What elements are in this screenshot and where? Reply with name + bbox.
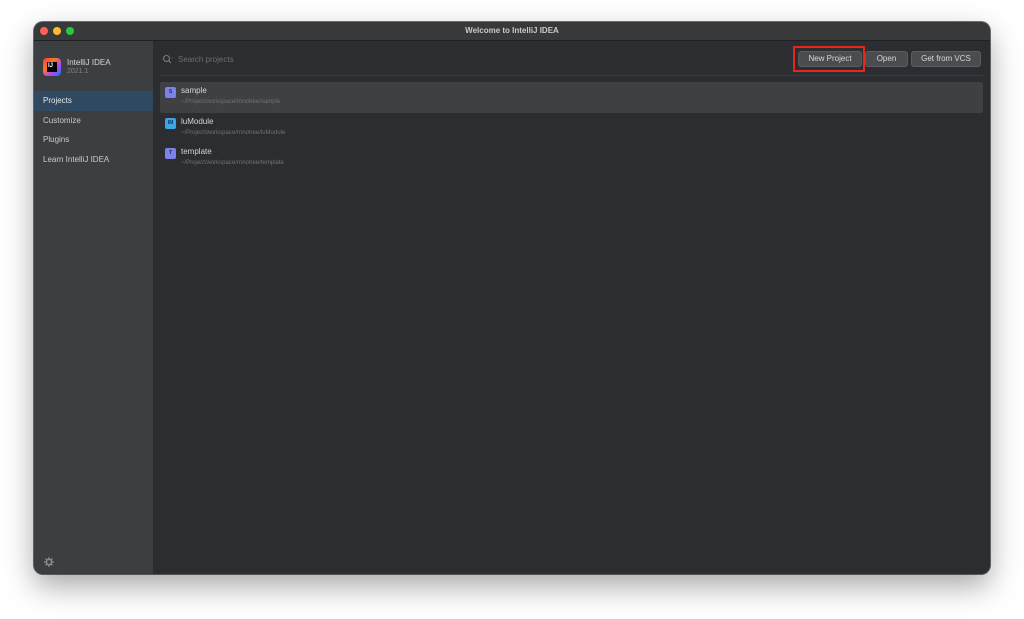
project-path: ~/Project/workspace/rnnotree/luModule: [181, 129, 286, 136]
search-icon: [162, 53, 174, 65]
header-divider: [160, 75, 983, 76]
project-icon: T: [165, 148, 176, 159]
window-title: Welcome to IntelliJ IDEA: [465, 26, 559, 35]
main-panel: New Project Open Get from VCS S sample ~…: [153, 41, 990, 574]
recent-projects-list: S sample ~/Project/workspace/rnnotree/sa…: [160, 82, 983, 174]
welcome-window: Welcome to IntelliJ IDEA IJ IntelliJ IDE…: [34, 22, 990, 574]
project-path: ~/Project/workspace/rnnotree/sample: [181, 99, 281, 105]
sidebar-nav: Projects Customize Plugins Learn Intelli…: [34, 91, 153, 169]
sidebar-item-learn[interactable]: Learn IntelliJ IDEA: [34, 150, 153, 170]
sidebar-item-plugins[interactable]: Plugins: [34, 130, 153, 150]
gear-icon[interactable]: [44, 557, 54, 567]
search-input[interactable]: [178, 52, 458, 66]
project-item-template[interactable]: T template ~/Project/workspace/rnnotree/…: [160, 143, 983, 174]
project-name: template: [181, 147, 212, 156]
product-version: 2021.1: [67, 68, 89, 75]
brand: IJ IntelliJ IDEA 2021.1: [43, 56, 148, 80]
search-box[interactable]: [162, 51, 462, 69]
project-name: luModule: [181, 116, 214, 126]
project-item-sample[interactable]: S sample ~/Project/workspace/rnnotree/sa…: [160, 82, 983, 113]
new-project-button[interactable]: New Project: [798, 51, 862, 67]
title-bar: Welcome to IntelliJ IDEA: [34, 22, 990, 41]
open-button[interactable]: Open: [865, 51, 908, 67]
project-item-lumodule[interactable]: IM luModule ~/Project/workspace/rnnotree…: [160, 113, 983, 144]
sidebar-item-projects[interactable]: Projects: [34, 91, 153, 111]
get-from-vcs-button[interactable]: Get from VCS: [911, 51, 981, 67]
logo-mark: IJ: [47, 62, 57, 72]
product-name: IntelliJ IDEA: [67, 58, 111, 67]
project-name: sample: [181, 86, 207, 95]
project-icon: S: [165, 87, 176, 98]
intellij-logo-icon: IJ: [43, 58, 61, 76]
sidebar-item-customize[interactable]: Customize: [34, 111, 153, 131]
project-path: ~/Project/workspace/rnnotree/template: [181, 160, 284, 166]
project-icon: IM: [165, 117, 176, 129]
sidebar: IJ IntelliJ IDEA 2021.1 Projects Customi…: [34, 41, 153, 574]
